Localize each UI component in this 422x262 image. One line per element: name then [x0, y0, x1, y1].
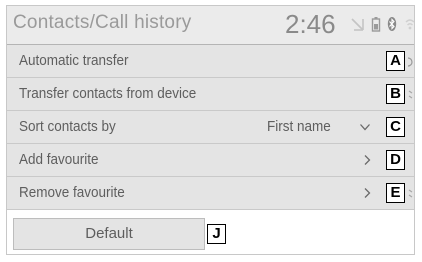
default-button[interactable]: Default [13, 218, 205, 250]
scroll-handle-icon [408, 90, 413, 99]
chevron-down-icon [360, 124, 370, 131]
default-button-label: Default [85, 225, 133, 242]
scroll-handle-icon [408, 189, 413, 198]
sort-value: First name [267, 118, 331, 135]
chevron-right-icon [364, 155, 371, 165]
wifi-icon [405, 19, 414, 30]
status-icons [351, 16, 414, 34]
row-label: Transfer contacts from device [19, 85, 197, 102]
page-title: Contacts/Call history [13, 12, 192, 33]
remove-favourite-row[interactable]: Remove favourite E [7, 177, 414, 210]
sort-contacts-row[interactable]: Sort contacts by First name C [7, 111, 414, 144]
callout-marker: J [207, 224, 226, 244]
callout-marker: E [386, 183, 405, 203]
callout-marker: C [386, 117, 405, 137]
add-favourite-row[interactable]: Add favourite D [7, 144, 414, 177]
row-label: Remove favourite [19, 184, 125, 201]
chevron-right-icon [364, 188, 371, 198]
clock: 2:46 [285, 9, 336, 39]
settings-screen: Contacts/Call history 2:46 Automatic tra… [6, 5, 415, 255]
bluetooth-icon [387, 17, 397, 31]
toggle-indicator-icon[interactable] [407, 55, 415, 69]
callout-marker: A [386, 51, 405, 71]
transfer-contacts-row[interactable]: Transfer contacts from device B [7, 78, 414, 111]
automatic-transfer-row[interactable]: Automatic transfer A [7, 45, 414, 78]
row-label: Automatic transfer [19, 52, 129, 69]
callout-marker: D [386, 150, 405, 170]
header-bar: Contacts/Call history 2:46 [7, 6, 414, 45]
callout-marker: B [386, 84, 405, 104]
battery-icon [371, 17, 381, 32]
signal-icon [351, 18, 364, 31]
row-label: Sort contacts by [19, 118, 116, 135]
row-label: Add favourite [19, 151, 99, 168]
